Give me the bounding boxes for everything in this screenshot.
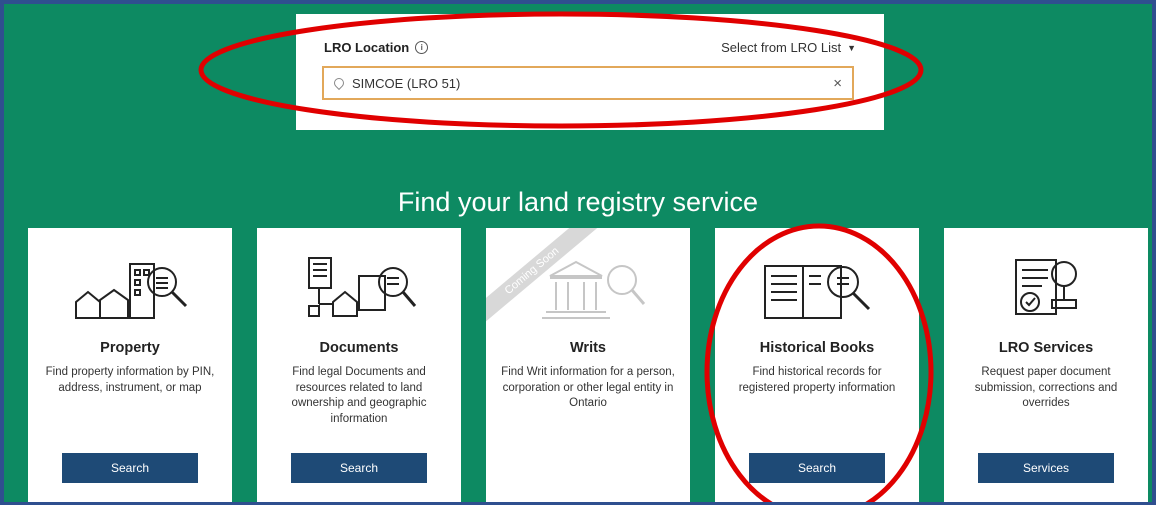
card-title: Historical Books xyxy=(759,340,875,356)
book-search-icon xyxy=(764,265,871,319)
lro-location-label-text: LRO Location xyxy=(324,40,410,55)
lro-location-card: LRO Location i Select from LRO List ▼ SI… xyxy=(296,14,884,130)
document-stamp-icon xyxy=(1015,259,1077,315)
service-card-lro-services: LRO Services Request paper document subm… xyxy=(944,228,1148,502)
service-card-historical-books: Historical Books Find historical records… xyxy=(715,228,919,502)
property-search-button[interactable]: Search xyxy=(62,453,198,483)
card-title: Writs xyxy=(570,340,606,356)
info-icon[interactable]: i xyxy=(415,41,429,54)
card-description: Find property information by PIN, addres… xyxy=(45,366,215,394)
lro-services-button[interactable]: Services xyxy=(978,453,1114,483)
property-search-icon xyxy=(75,263,188,319)
card-title: LRO Services xyxy=(998,340,1094,356)
historical-books-search-button[interactable]: Search xyxy=(749,453,885,483)
caret-down-icon[interactable]: ▼ xyxy=(847,43,856,53)
select-from-lro-list[interactable]: Select from LRO List ▼ xyxy=(721,40,856,55)
lro-location-input[interactable]: SIMCOE (LRO 51) × xyxy=(322,66,854,100)
page-heading: Find your land registry service xyxy=(397,187,759,217)
lro-location-value[interactable]: SIMCOE (LRO 51) xyxy=(352,76,833,91)
location-pin-icon xyxy=(331,75,347,91)
card-description: Find historical records for registered p… xyxy=(738,366,896,394)
courthouse-search-icon xyxy=(542,260,646,319)
page-frame: LRO Location i Select from LRO List ▼ SI… xyxy=(0,0,1156,505)
card-description: Find Writ information for a person, corp… xyxy=(501,366,675,409)
documents-search-icon xyxy=(308,257,417,317)
card-description: Find legal Documents and resources relat… xyxy=(291,366,427,425)
service-card-property: Property Find property information by PI… xyxy=(28,228,232,502)
service-card-writs: Coming Soon Writs Find Writ information … xyxy=(486,228,690,502)
clear-icon[interactable]: × xyxy=(833,75,842,92)
card-title: Property xyxy=(100,340,160,356)
card-description: Request paper document submission, corre… xyxy=(974,366,1118,409)
card-title: Documents xyxy=(319,340,399,356)
lro-location-label: LRO Location i xyxy=(324,40,429,55)
documents-search-button[interactable]: Search xyxy=(291,453,427,483)
select-from-lro-list-label[interactable]: Select from LRO List xyxy=(721,40,841,55)
service-card-documents: Documents Find legal Documents and resou… xyxy=(257,228,461,502)
